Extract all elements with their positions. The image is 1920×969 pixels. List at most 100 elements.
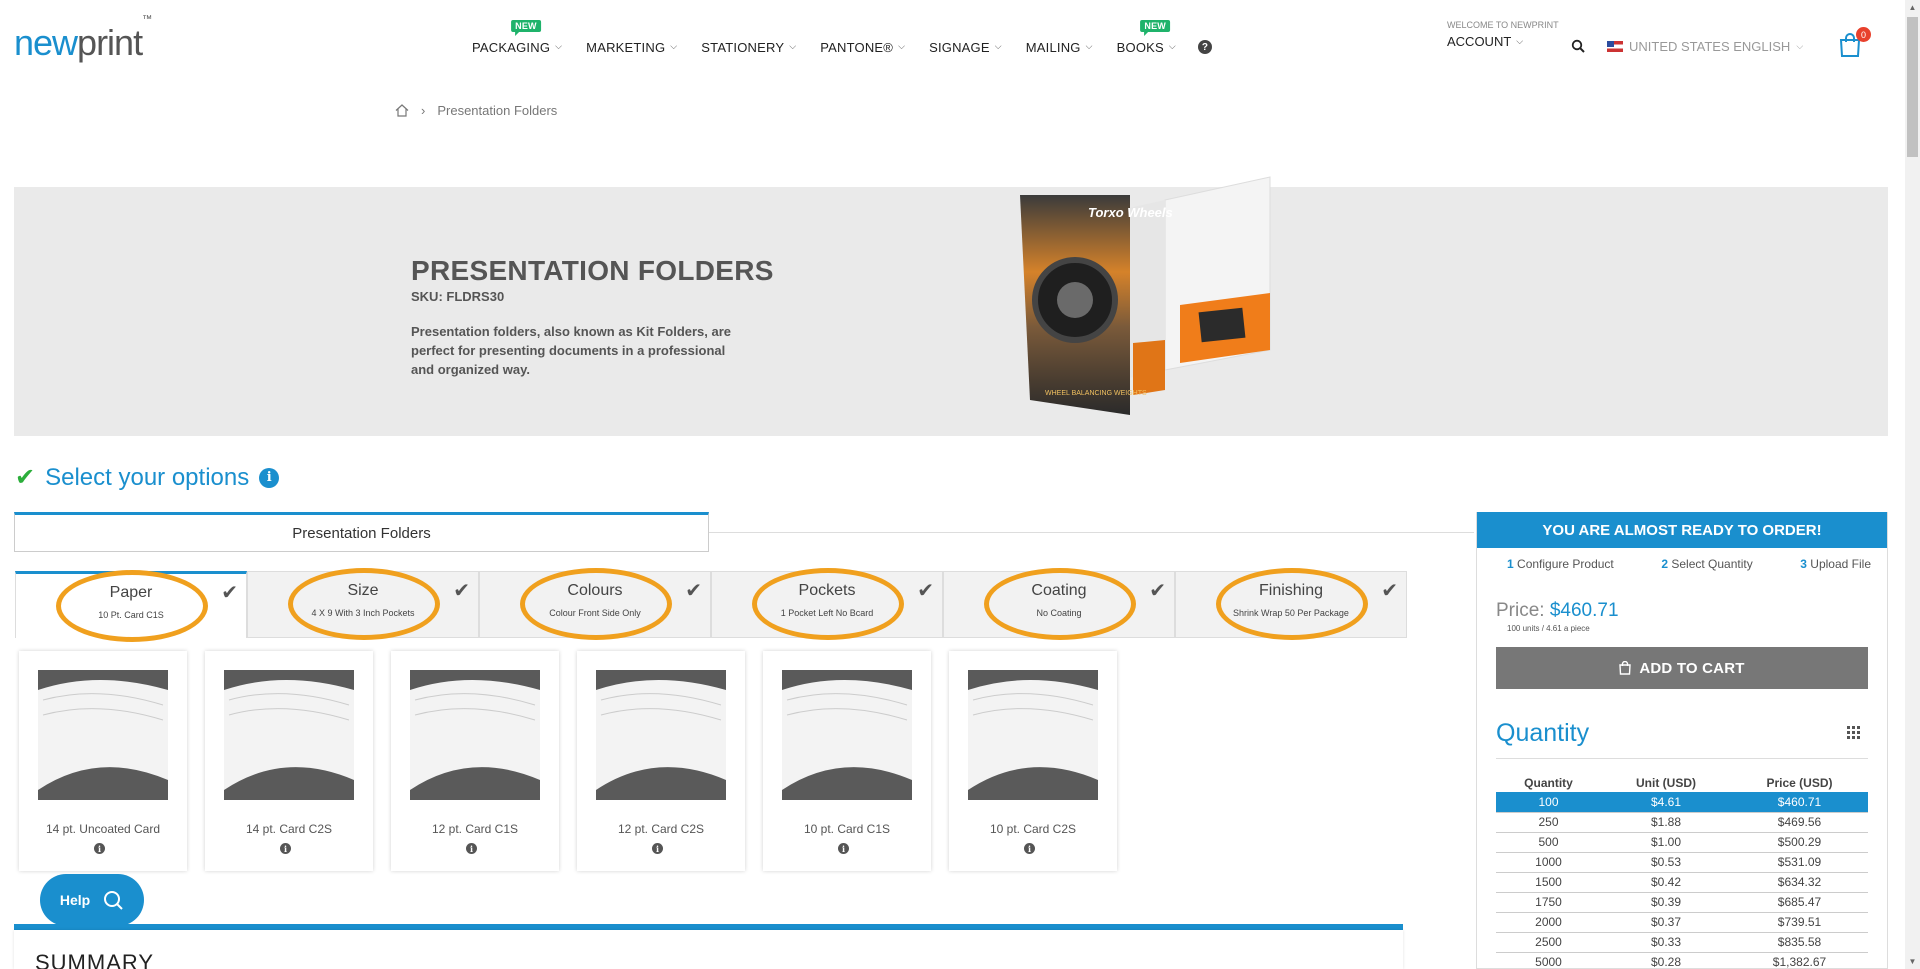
chevron-down-icon: ⌵ bbox=[1168, 41, 1176, 51]
scroll-down-arrow-icon[interactable]: ▼ bbox=[1905, 954, 1920, 969]
table-row[interactable]: 1500 $0.42 $634.32 bbox=[1496, 872, 1868, 893]
paper-stack-image bbox=[224, 670, 354, 800]
highlight-ring bbox=[1216, 568, 1368, 640]
new-badge: NEW bbox=[511, 20, 541, 36]
image-brand-text: Torxo Wheels bbox=[1088, 205, 1173, 220]
paper-stack-image bbox=[782, 670, 912, 800]
price-value: $460.71 bbox=[1549, 600, 1619, 621]
step-upload: 3 Upload File bbox=[1800, 557, 1871, 571]
image-tagline-text: WHEEL BALANCING WEIGHTS bbox=[1045, 390, 1147, 397]
breadcrumb-separator: › bbox=[421, 103, 426, 118]
step-configure: 1 Configure Product bbox=[1507, 557, 1614, 571]
nav-books[interactable]: NEW BOOKS ⌵ bbox=[1105, 20, 1188, 55]
price-display: Price: $460.71 bbox=[1496, 600, 1619, 621]
checkmark-icon: ✔ bbox=[685, 580, 702, 602]
us-flag-icon bbox=[1607, 41, 1623, 52]
tab-size[interactable]: Size 4 X 9 With 3 Inch Pockets ✔ bbox=[247, 568, 479, 640]
paper-card[interactable]: 12 pt. Card C2S i bbox=[577, 651, 745, 871]
presentation-folder-image: Torxo Wheels WHEEL BALANCING WEIGHTS bbox=[1020, 176, 1271, 415]
nav-packaging[interactable]: NEW PACKAGING ⌵ bbox=[460, 20, 574, 55]
shopping-bag-icon bbox=[1619, 661, 1632, 675]
nav-marketing[interactable]: MARKETING ⌵ bbox=[574, 40, 689, 55]
search-icon[interactable] bbox=[1571, 39, 1585, 53]
info-icon[interactable]: i bbox=[466, 843, 477, 854]
highlight-ring bbox=[752, 568, 904, 640]
table-row[interactable]: 1000 $0.53 $531.09 bbox=[1496, 852, 1868, 873]
add-to-cart-button[interactable]: ADD TO CART bbox=[1496, 647, 1868, 689]
search-icon bbox=[104, 891, 123, 910]
info-icon[interactable]: i bbox=[259, 467, 280, 488]
info-icon[interactable]: i bbox=[1024, 843, 1035, 854]
nav-stationery[interactable]: STATIONERY ⌵ bbox=[689, 40, 808, 55]
info-icon[interactable]: i bbox=[94, 843, 105, 854]
paper-card[interactable]: 12 pt. Card C1S i bbox=[391, 651, 559, 871]
checkmark-icon: ✔ bbox=[1381, 580, 1398, 602]
chevron-down-icon: ⌵ bbox=[994, 41, 1002, 51]
paper-stack-image bbox=[38, 670, 168, 800]
welcome-text: WELCOME TO NEWPRINT bbox=[1447, 20, 1559, 30]
chevron-down-icon: ⌵ bbox=[789, 41, 797, 51]
tab-colours[interactable]: Colours Colour Front Side Only ✔ bbox=[479, 568, 711, 640]
select-options-heading: ✔ Select your options i bbox=[15, 463, 280, 492]
nav-signage[interactable]: SIGNAGE ⌵ bbox=[917, 40, 1014, 55]
product-description: Presentation folders, also known as Kit … bbox=[411, 324, 732, 377]
help-question-icon[interactable]: ? bbox=[1197, 40, 1212, 54]
checkmark-icon: ✔ bbox=[1149, 580, 1166, 602]
tab-paper[interactable]: Paper 10 Pt. Card C1S ✔ bbox=[15, 570, 247, 642]
scroll-up-arrow-icon[interactable]: ▲ bbox=[1905, 0, 1920, 15]
grid-icon[interactable] bbox=[1847, 726, 1860, 739]
highlight-ring bbox=[56, 570, 208, 642]
highlight-ring bbox=[984, 568, 1136, 640]
table-row[interactable]: 250 $1.88 $469.56 bbox=[1496, 812, 1868, 833]
paper-stack-image bbox=[968, 670, 1098, 800]
newprint-logo[interactable]: newprint™ bbox=[14, 14, 152, 64]
chevron-down-icon: ⌵ bbox=[555, 41, 563, 51]
info-icon[interactable]: i bbox=[652, 843, 663, 854]
site-header: newprint™ NEW PACKAGING ⌵ MARKETING ⌵ STAT… bbox=[0, 0, 1905, 90]
highlight-ring bbox=[520, 568, 672, 640]
checkmark-icon: ✔ bbox=[453, 580, 470, 602]
tab-pockets[interactable]: Pockets 1 Pocket Left No Bcard ✔ bbox=[711, 568, 943, 640]
chevron-down-icon: ⌵ bbox=[1516, 36, 1524, 46]
table-row[interactable]: 100 $4.61 $460.71 bbox=[1496, 792, 1868, 813]
paper-card[interactable]: 14 pt. Card C2S i bbox=[205, 651, 373, 871]
tab-finishing[interactable]: Finishing Shrink Wrap 50 Per Package ✔ bbox=[1175, 568, 1407, 640]
table-row[interactable]: 500 $1.00 $500.29 bbox=[1496, 832, 1868, 853]
chevron-down-icon: ⌵ bbox=[1796, 41, 1804, 51]
language-selector[interactable]: UNITED STATES ENGLISH ⌵ bbox=[1607, 39, 1803, 54]
chevron-down-icon: ⌵ bbox=[1085, 41, 1093, 51]
nav-pantone[interactable]: PANTONE® ⌵ bbox=[808, 40, 917, 55]
breadcrumb-current: Presentation Folders bbox=[437, 103, 558, 118]
info-icon[interactable]: i bbox=[838, 843, 849, 854]
table-row[interactable]: 2500 $0.33 $835.58 bbox=[1496, 932, 1868, 953]
paper-card[interactable]: 10 pt. Card C1S i bbox=[763, 651, 931, 871]
quantity-title: Quantity bbox=[1496, 719, 1590, 747]
product-sku: SKU: FLDRS30 bbox=[411, 289, 505, 304]
summary-section: SUMMARY bbox=[14, 930, 1403, 969]
main-nav: NEW PACKAGING ⌵ MARKETING ⌵ STATIONERY ⌵ PA… bbox=[460, 20, 1212, 55]
quantity-divider bbox=[1496, 758, 1868, 759]
page-scrollbar[interactable]: ▲ ▼ bbox=[1905, 0, 1920, 969]
nav-mailing[interactable]: MAILING ⌵ bbox=[1014, 40, 1105, 55]
order-steps: 1 Configure Product 2 Select Quantity 3 … bbox=[1477, 557, 1887, 571]
paper-card[interactable]: 10 pt. Card C2S i bbox=[949, 651, 1117, 871]
paper-card[interactable]: 14 pt. Uncoated Card i bbox=[19, 651, 187, 871]
table-row[interactable]: 5000 $0.28 $1,382.67 bbox=[1496, 952, 1868, 969]
table-row[interactable]: 1750 $0.39 $685.47 bbox=[1496, 892, 1868, 913]
option-tabs: Paper 10 Pt. Card C1S ✔ Size 4 X 9 With … bbox=[15, 568, 1407, 642]
help-button[interactable]: Help bbox=[40, 874, 144, 926]
checkmark-icon: ✔ bbox=[917, 580, 934, 602]
account-menu[interactable]: WELCOME TO NEWPRINT ACCOUNT ⌵ bbox=[1447, 20, 1559, 49]
table-row[interactable]: 2000 $0.37 $739.51 bbox=[1496, 912, 1868, 933]
cart-count-badge: 0 bbox=[1856, 27, 1871, 42]
summary-title: SUMMARY bbox=[35, 950, 155, 969]
order-banner: YOU ARE ALMOST READY TO ORDER! bbox=[1477, 512, 1887, 548]
info-icon[interactable]: i bbox=[280, 843, 291, 854]
home-icon[interactable] bbox=[395, 104, 409, 117]
tab-divider bbox=[709, 532, 1474, 533]
scroll-thumb[interactable] bbox=[1907, 17, 1918, 157]
tab-coating[interactable]: Coating No Coating ✔ bbox=[943, 568, 1175, 640]
step-quantity: 2 Select Quantity bbox=[1661, 557, 1753, 571]
product-tab[interactable]: Presentation Folders bbox=[14, 512, 709, 552]
table-header: Quantity Unit (USD) Price (USD) bbox=[1524, 776, 1833, 790]
